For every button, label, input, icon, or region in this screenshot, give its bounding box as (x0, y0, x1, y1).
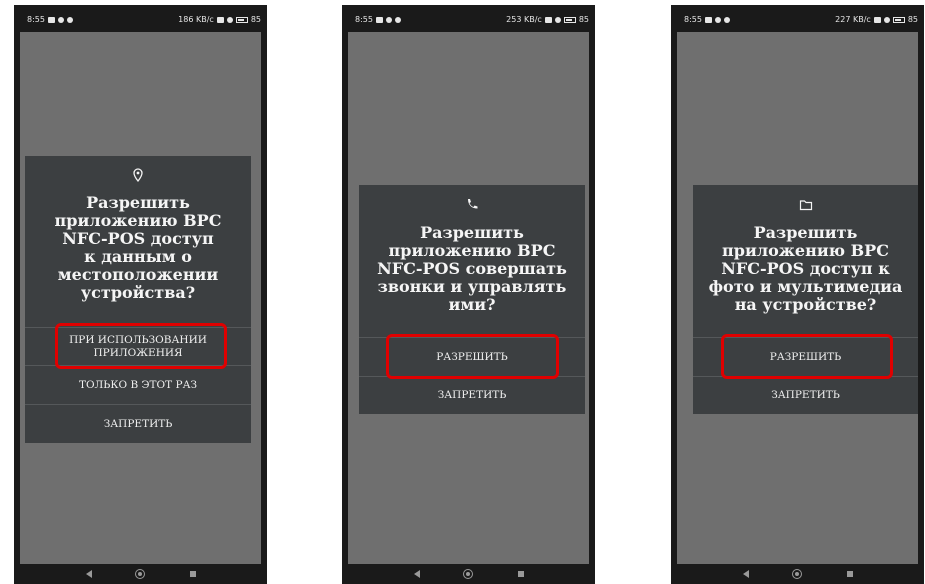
clock: 8:55 (684, 15, 702, 24)
navigation-bar (14, 564, 267, 584)
signal-icon (544, 16, 552, 23)
folder-icon (693, 199, 918, 211)
gear-icon (723, 16, 730, 23)
wifi-icon (226, 16, 233, 23)
phone-icon (359, 198, 585, 210)
gear-icon (66, 16, 73, 23)
back-icon[interactable] (743, 570, 749, 578)
battery-icon (892, 16, 905, 23)
allow-once-button[interactable]: ТОЛЬКО В ЭТОТ РАЗ (25, 365, 251, 404)
clock: 8:55 (27, 15, 45, 24)
app-screen: Разрешить приложению BPC NFC-POS соверша… (348, 32, 589, 564)
clock: 8:55 (355, 15, 373, 24)
battery-level: 85 (250, 15, 261, 24)
highlight-box (386, 334, 559, 379)
app-screen: Разрешить приложению BPC NFC-POS доступ … (677, 32, 918, 564)
network-speed: 186 KB/c (178, 15, 214, 24)
wifi-icon (883, 16, 890, 23)
phone-screenshot-media: 8:55 227 KB/c 85 Разрешить приложению BP… (671, 5, 924, 584)
recent-apps-icon[interactable] (847, 571, 853, 577)
back-icon[interactable] (86, 570, 92, 578)
deny-button[interactable]: ЗАПРЕТИТЬ (359, 376, 585, 414)
permission-dialog: Разрешить приложению BPC NFC-POS доступ … (693, 185, 918, 414)
navigation-bar (671, 564, 924, 584)
permission-dialog: Разрешить приложению BPC NFC-POS соверша… (359, 185, 585, 414)
gear-icon (394, 16, 401, 23)
recent-apps-icon[interactable] (518, 571, 524, 577)
app-screen: Разрешить приложению BPC NFC-POS доступ … (20, 32, 261, 564)
wifi-icon (554, 16, 561, 23)
back-icon[interactable] (414, 570, 420, 578)
dialog-title: Разрешить приложению BPC NFC-POS доступ … (54, 193, 222, 302)
network-speed: 227 KB/c (835, 15, 871, 24)
battery-level: 85 (907, 15, 918, 24)
home-icon[interactable] (135, 569, 145, 579)
video-icon (704, 16, 712, 23)
location-pin-icon (25, 168, 251, 182)
call-icon (385, 16, 392, 23)
home-icon[interactable] (792, 569, 802, 579)
status-bar: 8:55 227 KB/c 85 (671, 5, 924, 33)
phone-screenshot-calls: 8:55 253 KB/c 85 Разрешить приложению BP… (342, 5, 595, 584)
phone-screenshot-location: 8:55 186 KB/c 85 Разрешить приложению BP… (14, 5, 267, 584)
dialog-title: Разрешить приложению BPC NFC-POS соверша… (377, 223, 567, 314)
status-bar: 8:55 253 KB/c 85 (342, 5, 595, 33)
signal-icon (873, 16, 881, 23)
recent-apps-icon[interactable] (190, 571, 196, 577)
network-speed: 253 KB/c (506, 15, 542, 24)
home-icon[interactable] (463, 569, 473, 579)
highlight-box (721, 334, 893, 379)
video-icon (47, 16, 55, 23)
call-icon (714, 16, 721, 23)
permission-dialog: Разрешить приложению BPC NFC-POS доступ … (25, 156, 251, 443)
status-bar: 8:55 186 KB/c 85 (14, 5, 267, 33)
dialog-title: Разрешить приложению BPC NFC-POS доступ … (708, 223, 903, 314)
battery-icon (563, 16, 576, 23)
call-icon (57, 16, 64, 23)
battery-icon (235, 16, 248, 23)
deny-button[interactable]: ЗАПРЕТИТЬ (693, 376, 918, 414)
deny-button[interactable]: ЗАПРЕТИТЬ (25, 404, 251, 443)
highlight-box (55, 323, 227, 369)
video-icon (375, 16, 383, 23)
navigation-bar (342, 564, 595, 584)
battery-level: 85 (578, 15, 589, 24)
signal-icon (216, 16, 224, 23)
